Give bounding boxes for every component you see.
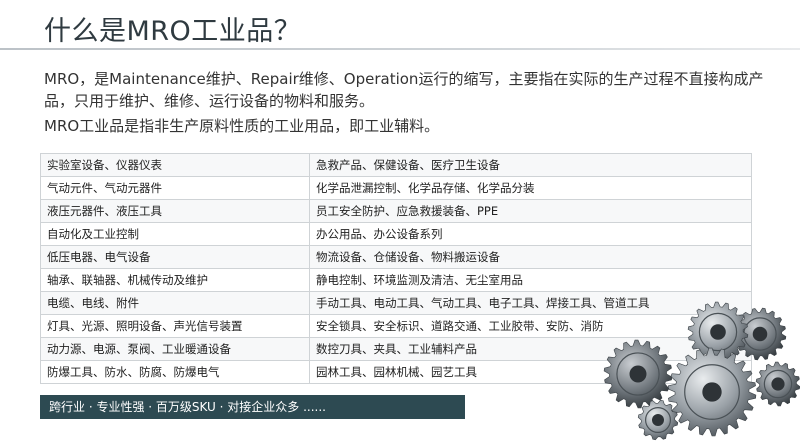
description: MRO，是Maintenance维护、Repair维修、Operation运行的…	[44, 68, 764, 137]
category-left-cell: 电缆、电线、附件	[40, 291, 310, 315]
category-left-cell: 低压电器、电气设备	[40, 245, 310, 269]
category-left-cell: 自动化及工业控制	[40, 222, 310, 246]
table-row: 实验室设备、仪器仪表 急救产品、保健设备、医疗卫生设备	[40, 153, 752, 177]
feature-banner: 跨行业 · 专业性强 · 百万级SKU · 对接企业众多 ......	[40, 395, 465, 419]
category-left-cell: 防爆工具、防水、防腐、防爆电气	[40, 360, 310, 384]
description-paragraph-2: MRO工业品是指非生产原料性质的工业用品，即工业辅料。	[44, 117, 440, 135]
category-right-cell: 静电控制、环境监测及清洁、无尘室用品	[309, 268, 752, 292]
category-left-cell: 实验室设备、仪器仪表	[40, 153, 310, 177]
category-left-cell: 气动元件、气动元器件	[40, 176, 310, 200]
category-right-cell: 化学品泄漏控制、化学品存储、化学品分装	[309, 176, 752, 200]
table-row: 液压元器件、液压工具 员工安全防护、应急救援装备、PPE	[40, 199, 752, 223]
category-left-cell: 灯具、光源、照明设备、声光信号装置	[40, 314, 310, 338]
category-left-cell: 轴承、联轴器、机械传动及维护	[40, 268, 310, 292]
table-row: 低压电器、电气设备 物流设备、仓储设备、物料搬运设备	[40, 245, 752, 269]
title-divider	[0, 48, 800, 50]
table-row: 自动化及工业控制 办公用品、办公设备系列	[40, 222, 752, 246]
category-left-cell: 液压元器件、液压工具	[40, 199, 310, 223]
table-row: 轴承、联轴器、机械传动及维护 静电控制、环境监测及清洁、无尘室用品	[40, 268, 752, 292]
category-right-cell: 物流设备、仓储设备、物料搬运设备	[309, 245, 752, 269]
table-row: 气动元件、气动元器件 化学品泄漏控制、化学品存储、化学品分装	[40, 176, 752, 200]
category-right-cell: 员工安全防护、应急救援装备、PPE	[309, 199, 752, 223]
page-title: 什么是MRO工业品？	[44, 16, 302, 47]
category-right-cell: 急救产品、保健设备、医疗卫生设备	[309, 153, 752, 177]
category-right-cell: 办公用品、办公设备系列	[309, 222, 752, 246]
description-paragraph-1: MRO，是Maintenance维护、Repair维修、Operation运行的…	[44, 70, 764, 110]
category-left-cell: 动力源、电源、泵阀、工业暖通设备	[40, 337, 310, 361]
gears-icon	[603, 301, 800, 441]
